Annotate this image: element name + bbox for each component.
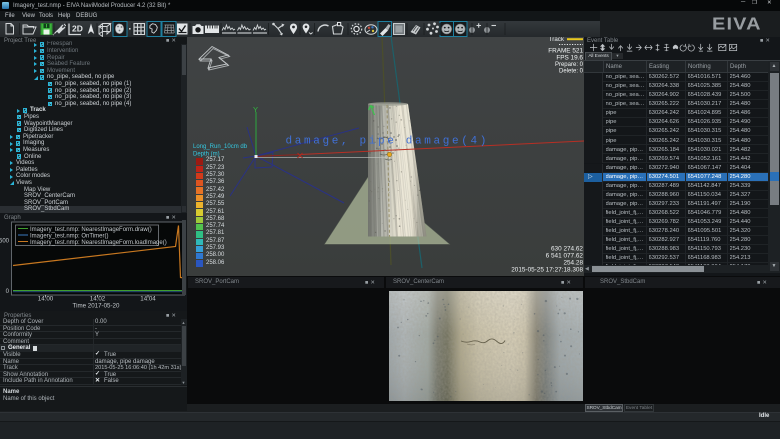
svg-text:damage, pipe damage(4): damage, pipe damage(4)	[286, 136, 490, 148]
svg-text:FPS 19.6: FPS 19.6	[556, 55, 583, 62]
svg-text:6 541 077.62: 6 541 077.62	[546, 253, 584, 260]
svg-text:Track: Track	[549, 37, 565, 43]
svg-text:Long_Run_10cm db: Long_Run_10cm db	[193, 144, 248, 150]
svg-text:14:00: 14:00	[38, 296, 54, 303]
svg-text:14:04: 14:04	[140, 296, 156, 303]
svg-text:Y: Y	[253, 105, 258, 114]
svg-text:2D: 2D	[72, 24, 83, 34]
svg-text:FRAME 521: FRAME 521	[548, 48, 583, 55]
svg-text:Delete: 0: Delete: 0	[559, 69, 584, 75]
svg-text:14:02: 14:02	[90, 296, 106, 303]
svg-text:Imagery_test.nmp: NearestImage: Imagery_test.nmp: NearestImageForm.draw(…	[30, 227, 152, 233]
svg-text:Imagery_test.nmp: OnTimer(): Imagery_test.nmp: OnTimer()	[30, 233, 108, 239]
svg-text:500: 500	[0, 239, 10, 245]
svg-text:Prepare: 0: Prepare: 0	[555, 62, 584, 68]
svg-text:630 274.62: 630 274.62	[551, 246, 583, 253]
svg-text:2015-05-25 17:27:18.308: 2015-05-25 17:27:18.308	[511, 267, 583, 274]
svg-text:254.28: 254.28	[563, 260, 583, 267]
svg-text:Imagery_test.nmp: NearestImage: Imagery_test.nmp: NearestImageForm.loadI…	[30, 240, 167, 246]
svg-text:Time 2017-05-20: Time 2017-05-20	[73, 303, 120, 310]
svg-text:0: 0	[6, 289, 10, 295]
